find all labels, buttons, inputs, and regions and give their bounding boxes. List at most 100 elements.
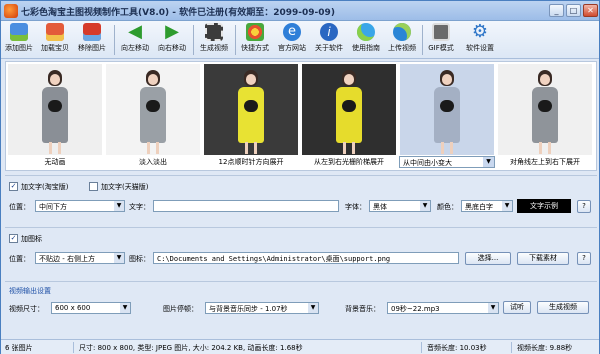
font-select[interactable]: 黑体 ▼ — [369, 200, 431, 212]
logo-settings-panel: ✓ 加图标 位置： 不贴边 - 右侧上方 ▼ 图标： C:\Documents a… — [5, 227, 597, 277]
shortcut-icon — [246, 23, 264, 41]
chevron-down-icon: ▼ — [502, 201, 512, 211]
add-logo-label: 加图标 — [21, 235, 42, 243]
status-video-length: 视频长度: 9.88秒 — [517, 344, 573, 352]
generate-video-button[interactable]: 生成视频 — [197, 23, 231, 57]
guide-button[interactable]: 使用指南 — [349, 23, 383, 57]
shortcut-button[interactable]: 快捷方式 — [238, 23, 272, 57]
thumbnail-caption: 无动画 — [44, 158, 66, 166]
chevron-down-icon: ▼ — [420, 201, 430, 211]
about-button[interactable]: i 关于软件 — [312, 23, 346, 57]
logo-file-path[interactable]: C:\Documents and Settings\Administrator\… — [153, 252, 459, 264]
gif-mode-button[interactable]: GIF模式 — [425, 23, 457, 57]
video-output-title: 视频输出设置 — [9, 287, 51, 295]
status-audio-length: 音频长度: 10.03秒 — [427, 344, 487, 352]
image-pause-select[interactable]: 与背景音乐同步 - 1.07秒 ▼ — [205, 302, 319, 314]
chevron-down-icon: ▼ — [114, 253, 124, 263]
thumbnail[interactable]: 12点顺时针方向展开 — [203, 64, 299, 170]
chevron-down-icon: ▼ — [483, 157, 494, 167]
about-icon: i — [320, 23, 338, 41]
logo-position-select[interactable]: 不贴边 - 右侧上方 ▼ — [35, 252, 125, 264]
upload-video-button[interactable]: 上传视频 — [385, 23, 419, 57]
status-separator — [511, 342, 512, 353]
add-text-taobao-label: 加文字(淘宝版) — [21, 183, 69, 191]
app-window: 七彩色淘宝主图视频制作工具(V8.0) - 软件已注册(有效期至：2099-09… — [0, 0, 600, 354]
close-button[interactable]: ✕ — [583, 4, 598, 17]
move-left-button[interactable]: ◀ 向左移动 — [118, 23, 152, 57]
window-title: 七彩色淘宝主图视频制作工具(V8.0) - 软件已注册(有效期至：2099-09… — [21, 8, 335, 18]
status-separator — [73, 342, 74, 353]
add-image-button[interactable]: 添加图片 — [3, 23, 35, 57]
upload-video-icon — [393, 23, 411, 41]
color-label: 颜色： — [437, 203, 458, 211]
toolbar-separator — [114, 25, 115, 55]
video-size-select[interactable]: 600 x 600 ▼ — [51, 302, 131, 314]
toolbar-separator — [422, 25, 423, 55]
thumbnail-caption: 12点顺时针方向展开 — [218, 158, 284, 166]
text-position-label: 位置： — [9, 203, 30, 211]
chevron-down-icon: ▼ — [488, 303, 498, 313]
add-text-tmall-checkbox[interactable] — [89, 182, 98, 191]
thumbnail-image — [8, 64, 102, 155]
toolbar-separator — [235, 25, 236, 55]
minimize-button[interactable]: _ — [549, 4, 564, 17]
generate-video-icon — [205, 23, 223, 41]
status-bar: 6 张图片 尺寸: 800 x 800, 类型: JPEG 图片, 大小: 20… — [1, 339, 599, 354]
text-input[interactable] — [153, 200, 339, 212]
settings-button[interactable]: ⚙ 软件设置 — [462, 23, 498, 57]
text-help-button[interactable]: ? — [577, 200, 591, 213]
thumbnail[interactable]: 淡入淡出 — [105, 64, 201, 170]
app-icon — [4, 4, 18, 18]
text-settings-panel: ✓ 加文字(淘宝版) 加文字(天猫版) 位置： 中间下方 ▼ 文字： 字体： 黑体… — [5, 175, 597, 225]
toolbar-separator — [193, 25, 194, 55]
maximize-button[interactable]: □ — [566, 4, 581, 17]
thumbnail-image — [204, 64, 298, 155]
thumbnail-image — [400, 64, 494, 155]
add-logo-checkbox[interactable]: ✓ — [9, 234, 18, 243]
chevron-down-icon: ▼ — [308, 303, 318, 313]
color-select[interactable]: 黑底白字 ▼ — [461, 200, 513, 212]
text-sample-preview: 文字示例 — [517, 199, 571, 213]
chevron-down-icon: ▼ — [120, 303, 130, 313]
thumbnail-image — [302, 64, 396, 155]
status-image-info: 尺寸: 800 x 800, 类型: JPEG 图片, 大小: 204.2 KB… — [79, 344, 303, 352]
logo-file-label: 图标： — [129, 255, 150, 263]
toolbar: 添加图片 加载宝贝 移除图片 ◀ 向左移动 ▶ 向右移动 生成视频 快捷方式 e… — [1, 21, 599, 59]
thumbnail-selected[interactable]: 从中间由小变大 ▼ — [399, 64, 495, 170]
website-icon: e — [283, 23, 301, 41]
remove-image-button[interactable]: 移除图片 — [75, 23, 109, 57]
website-button[interactable]: e 官方网站 — [275, 23, 309, 57]
image-strip: 无动画 淡入淡出 12点顺时针方向展开 从左到右光栅阶梯展开 从中间由小变大 ▼… — [5, 61, 597, 171]
download-material-button[interactable]: 下载素材 — [517, 252, 569, 265]
animation-select[interactable]: 从中间由小变大 ▼ — [399, 156, 495, 168]
logo-position-label: 位置： — [9, 255, 30, 263]
load-product-button[interactable]: 加载宝贝 — [38, 23, 72, 57]
text-position-select[interactable]: 中间下方 ▼ — [35, 200, 125, 212]
gif-mode-icon — [432, 23, 450, 41]
font-label: 字体： — [345, 203, 366, 211]
thumbnail[interactable]: 对角线左上到右下展开 — [497, 64, 593, 170]
chevron-down-icon: ▼ — [114, 201, 124, 211]
video-size-label: 视频尺寸： — [9, 305, 44, 313]
choose-logo-button[interactable]: 选择... — [465, 252, 511, 265]
arrow-right-icon: ▶ — [165, 21, 179, 42]
generate-video-action-button[interactable]: 生成视频 — [537, 301, 589, 314]
remove-image-icon — [83, 23, 101, 41]
move-right-button[interactable]: ▶ 向右移动 — [155, 23, 189, 57]
bg-music-select[interactable]: 09秒~22.mp3 ▼ — [387, 302, 499, 314]
thumbnail[interactable]: 无动画 — [7, 64, 103, 170]
thumbnail[interactable]: 从左到右光栅阶梯展开 — [301, 64, 397, 170]
add-text-tmall-label: 加文字(天猫版) — [101, 183, 149, 191]
thumbnail-caption: 从左到右光栅阶梯展开 — [314, 158, 384, 166]
status-image-count: 6 张图片 — [5, 344, 33, 352]
text-label: 文字： — [129, 203, 150, 211]
logo-help-button[interactable]: ? — [577, 252, 591, 265]
title-bar[interactable]: 七彩色淘宝主图视频制作工具(V8.0) - 软件已注册(有效期至：2099-09… — [1, 1, 599, 21]
status-separator — [421, 342, 422, 353]
arrow-left-icon: ◀ — [128, 21, 142, 42]
thumbnail-caption: 淡入淡出 — [139, 158, 167, 166]
preview-music-button[interactable]: 试听 — [503, 301, 531, 314]
add-text-taobao-checkbox[interactable]: ✓ — [9, 182, 18, 191]
thumbnail-image — [498, 64, 592, 155]
thumbnail-caption: 对角线左上到右下展开 — [510, 158, 580, 166]
